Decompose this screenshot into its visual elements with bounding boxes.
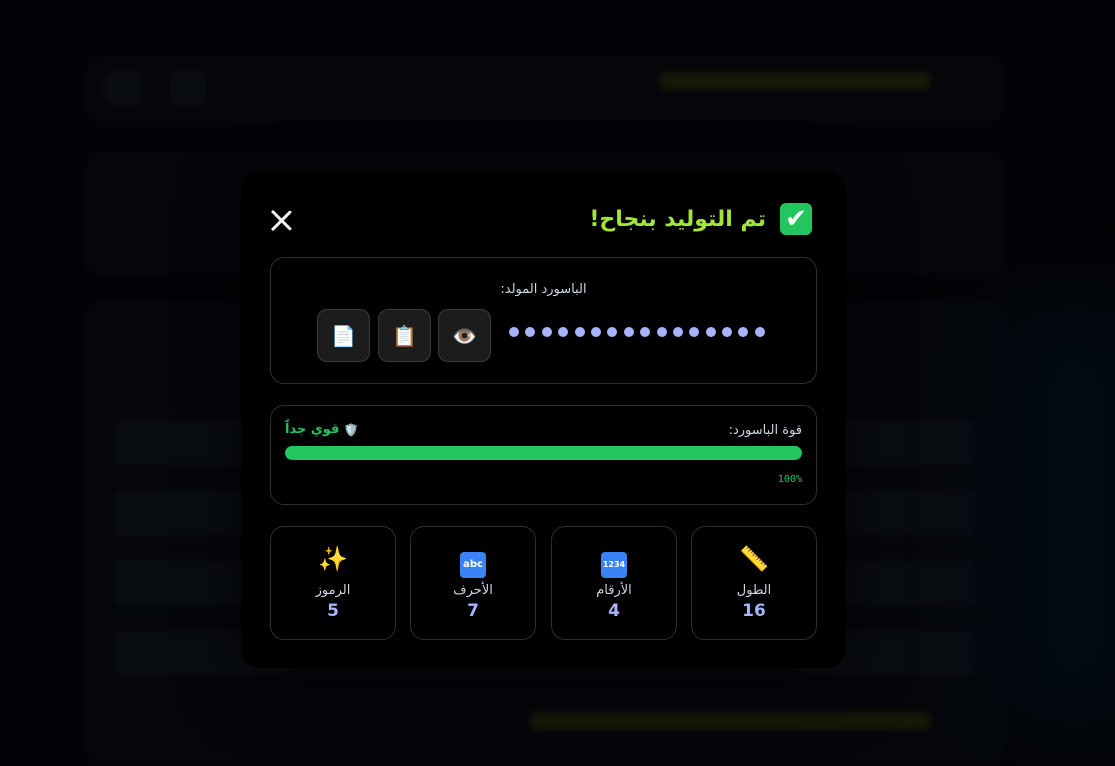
strength-bar-fill — [285, 446, 802, 460]
stat-numbers: 1234 الأرقام 4 — [551, 526, 677, 640]
stat-value: 5 — [327, 601, 339, 621]
password-mask-dot — [558, 327, 569, 337]
check-icon: ✔ — [780, 203, 812, 235]
ruler-icon: 📏 — [739, 545, 769, 573]
password-card: الباسورد المولد: 👁️ 📋 📄 — [270, 257, 817, 384]
copy-password-button[interactable]: 📋 — [378, 309, 431, 362]
modal-header: ✔ تم التوليد بنجاح! — [589, 203, 812, 235]
password-mask-dot — [525, 327, 536, 337]
numbers-icon: 1234 — [601, 551, 627, 578]
stat-value: 16 — [742, 601, 766, 621]
close-icon[interactable] — [267, 206, 295, 234]
strength-percent: 100% — [777, 474, 802, 485]
password-mask-dot — [541, 327, 552, 337]
password-mask-dot — [509, 327, 519, 337]
stat-value: 4 — [608, 601, 620, 621]
password-mask-dot — [672, 327, 683, 337]
strength-value-text: قوي جداً — [285, 422, 340, 437]
password-mask-dot — [689, 327, 700, 337]
password-mask-dot — [574, 327, 585, 337]
eye-icon: 👁️ — [452, 323, 477, 348]
stat-letters: abc الأحرف 7 — [410, 526, 536, 640]
password-mask-dot — [623, 327, 634, 337]
stat-length: 📏 الطول 16 — [691, 526, 817, 640]
letters-icon: abc — [460, 551, 486, 578]
stat-label: الطول — [736, 583, 772, 598]
generated-password-label: الباسورد المولد: — [500, 282, 587, 297]
modal-title: تم التوليد بنجاح! — [589, 206, 766, 232]
password-mask-dot — [640, 327, 651, 337]
password-mask-dot — [656, 327, 667, 337]
password-mask-dot — [722, 327, 733, 337]
strength-label: قوة الباسورد: — [728, 423, 802, 438]
show-password-button[interactable]: 👁️ — [438, 309, 491, 362]
save-document-button[interactable]: 📄 — [317, 309, 370, 362]
password-mask[interactable] — [509, 327, 765, 337]
password-mask-dot — [607, 327, 618, 337]
stat-label: الأرقام — [596, 583, 632, 598]
stat-label: الأحرف — [453, 583, 493, 598]
success-modal: ✔ تم التوليد بنجاح! الباسورد المولد: 👁️ … — [241, 171, 846, 668]
strength-bar — [285, 446, 802, 460]
strength-card: قوة الباسورد: 🛡️ قوي جداً 100% — [270, 405, 817, 505]
stat-label: الرموز — [315, 583, 351, 598]
shield-icon: 🛡️ — [343, 422, 359, 437]
stat-symbols: ✨ الرموز 5 — [270, 526, 396, 640]
stat-value: 7 — [467, 601, 479, 621]
password-mask-dot — [590, 327, 601, 337]
password-mask-dot — [705, 327, 716, 337]
strength-value: 🛡️ قوي جداً — [285, 422, 358, 437]
clipboard-icon: 📋 — [392, 323, 417, 348]
document-icon: 📄 — [331, 323, 356, 348]
password-mask-dot — [738, 327, 749, 337]
password-mask-dot — [754, 327, 765, 337]
sparkles-icon: ✨ — [318, 545, 348, 573]
